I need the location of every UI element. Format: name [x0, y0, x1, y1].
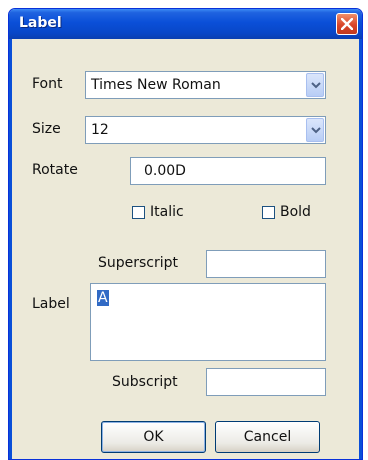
italic-label: Italic: [150, 204, 184, 220]
chevron-down-icon: [311, 127, 321, 134]
size-label: Size: [32, 121, 61, 137]
close-icon: [341, 18, 353, 30]
title-bar[interactable]: Label: [9, 9, 362, 39]
ok-button[interactable]: OK: [101, 421, 206, 453]
bold-label: Bold: [280, 204, 311, 220]
font-dropdown-button[interactable]: [306, 73, 324, 97]
close-button[interactable]: [336, 13, 358, 35]
italic-checkbox[interactable]: [132, 206, 145, 219]
superscript-label: Superscript: [98, 255, 179, 271]
subscript-input[interactable]: [206, 368, 326, 396]
label-textarea-value: A: [97, 290, 109, 306]
window-title: Label: [19, 15, 62, 31]
bold-checkbox[interactable]: [262, 206, 275, 219]
rotate-input[interactable]: 0.00D: [130, 157, 326, 185]
label-dialog: Label Font Times New Roman Size 12 Rotat…: [8, 8, 363, 460]
size-select[interactable]: 12: [85, 116, 326, 144]
chevron-down-icon: [311, 82, 321, 89]
label-field-label: Label: [32, 296, 70, 312]
rotate-label: Rotate: [32, 162, 78, 178]
cancel-button[interactable]: Cancel: [215, 421, 320, 453]
rotate-input-value: 0.00D: [144, 163, 186, 179]
size-dropdown-button[interactable]: [306, 118, 324, 142]
size-select-value: 12: [91, 122, 109, 138]
label-textarea[interactable]: A: [90, 283, 326, 361]
font-select[interactable]: Times New Roman: [85, 71, 326, 99]
superscript-input[interactable]: [206, 250, 326, 278]
subscript-label: Subscript: [112, 374, 178, 390]
font-select-value: Times New Roman: [91, 77, 221, 93]
dialog-body: Font Times New Roman Size 12 Rotate 0.00…: [9, 39, 362, 459]
font-label: Font: [32, 76, 63, 92]
